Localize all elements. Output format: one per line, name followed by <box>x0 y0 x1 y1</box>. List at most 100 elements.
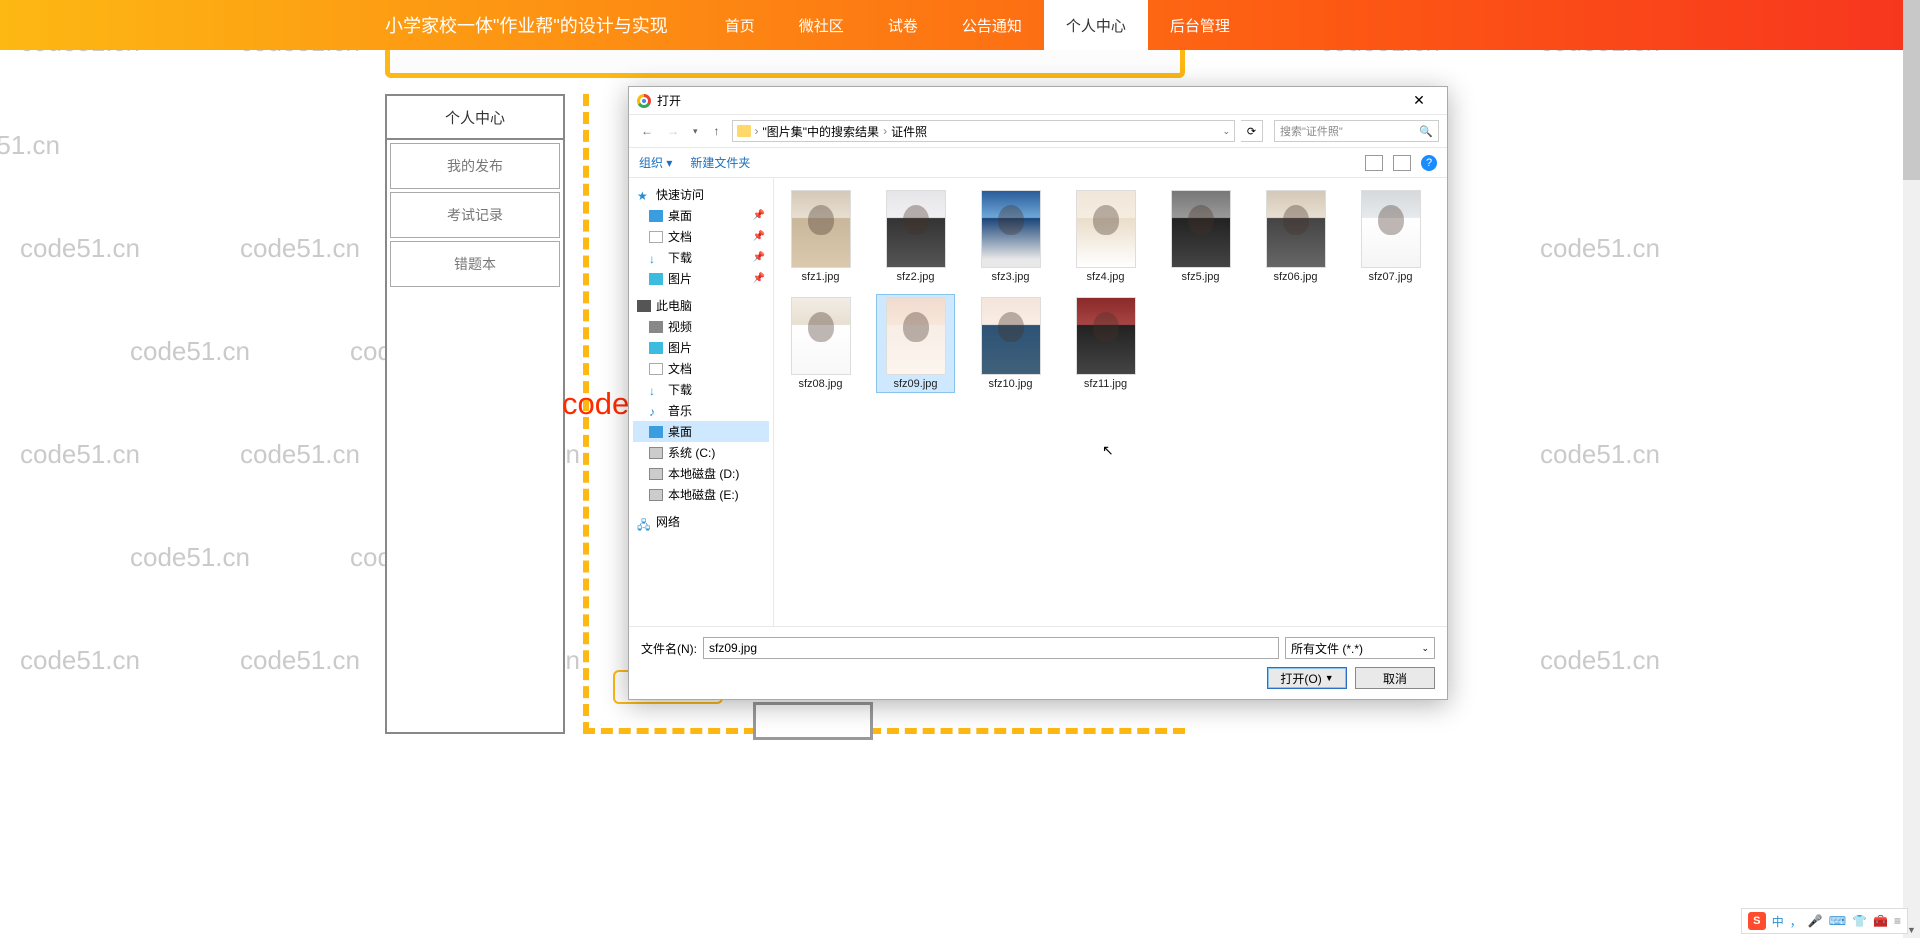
download-icon: ↓ <box>649 252 663 264</box>
watermark: code51.cn <box>0 130 60 161</box>
organize-menu[interactable]: 组织 ▾ <box>639 154 672 171</box>
star-icon: ★ <box>637 189 651 201</box>
file-item[interactable]: sfz4.jpg <box>1067 188 1144 285</box>
search-icon: 🔍 <box>1419 125 1433 138</box>
breadcrumb-seg1[interactable]: "图片集"中的搜索结果 <box>763 123 880 140</box>
ime-lang-toggle[interactable]: 中 <box>1772 913 1784 930</box>
content-top-border <box>385 50 1185 78</box>
nav-admin[interactable]: 后台管理 <box>1148 0 1252 50</box>
open-button[interactable]: 打开(O)▼ <box>1267 667 1347 689</box>
ime-skin-icon[interactable]: 👕 <box>1852 914 1867 928</box>
close-button[interactable]: ✕ <box>1399 92 1439 109</box>
file-item[interactable]: sfz2.jpg <box>877 188 954 285</box>
video-icon <box>649 321 663 333</box>
cursor-icon: ↖ <box>1102 442 1114 459</box>
page-scrollbar[interactable]: ▲ ▼ <box>1903 0 1920 938</box>
breadcrumb-seg2[interactable]: 证件照 <box>891 123 927 140</box>
watermark: code51.cn <box>240 439 360 470</box>
filename: sfz4.jpg <box>1087 271 1125 283</box>
file-list: sfz1.jpg sfz2.jpg sfz3.jpg sfz4.jpg sfz5… <box>774 178 1447 626</box>
tree-drive-d[interactable]: 本地磁盘 (D:) <box>633 463 769 484</box>
tree-docs[interactable]: 文档📌 <box>633 226 769 247</box>
filename-input[interactable] <box>703 637 1279 659</box>
file-type-filter[interactable]: 所有文件 (*.*)⌄ <box>1285 637 1435 659</box>
tree-video[interactable]: 视频 <box>633 316 769 337</box>
sidebar-item-posts[interactable]: 我的发布 <box>390 143 560 189</box>
nav-announce[interactable]: 公告通知 <box>940 0 1044 50</box>
thumbnail <box>886 190 946 268</box>
music-icon: ♪ <box>649 405 663 417</box>
tree-network[interactable]: 🖧网络 <box>633 511 769 532</box>
ime-toolbox-icon[interactable]: 🧰 <box>1873 914 1888 928</box>
dialog-titlebar: 打开 ✕ <box>629 87 1447 115</box>
tree-docs2[interactable]: 文档 <box>633 358 769 379</box>
file-item[interactable]: sfz11.jpg <box>1067 295 1144 392</box>
watermark: code51.cn <box>130 542 250 573</box>
dialog-title: 打开 <box>657 92 681 109</box>
file-item[interactable]: sfz5.jpg <box>1162 188 1239 285</box>
refresh-button[interactable]: ⟳ <box>1241 120 1263 142</box>
desktop-icon <box>649 210 663 222</box>
newfolder-button[interactable]: 新建文件夹 <box>690 154 750 171</box>
tree-thispc[interactable]: 此电脑 <box>633 295 769 316</box>
tree-drive-e[interactable]: 本地磁盘 (E:) <box>633 484 769 505</box>
ime-toolbar: S 中 ， 🎤 ⌨ 👕 🧰 ≡ <box>1741 908 1908 934</box>
nav-community[interactable]: 微社区 <box>777 0 866 50</box>
forward-button[interactable]: → <box>663 124 683 138</box>
help-icon[interactable]: ? <box>1421 155 1437 171</box>
watermark: code51.cn <box>240 233 360 264</box>
ime-punct-toggle[interactable]: ， <box>1790 913 1802 930</box>
watermark: code51.cn <box>20 233 140 264</box>
sidebar-item-exams[interactable]: 考试记录 <box>390 192 560 238</box>
sogou-logo-icon[interactable]: S <box>1748 912 1766 930</box>
file-item[interactable]: sfz3.jpg <box>972 188 1049 285</box>
tree-downloads[interactable]: ↓下载📌 <box>633 247 769 268</box>
thumbnail <box>981 190 1041 268</box>
filename: sfz5.jpg <box>1182 271 1220 283</box>
document-icon <box>649 363 663 375</box>
filename: sfz1.jpg <box>802 271 840 283</box>
main-nav: 首页 微社区 试卷 公告通知 个人中心 后台管理 <box>703 0 1252 50</box>
pin-icon: 📌 <box>753 252 765 263</box>
bottom-card-right[interactable] <box>753 702 873 740</box>
tree-quick-access[interactable]: ★快速访问 <box>633 184 769 205</box>
file-item[interactable]: sfz06.jpg <box>1257 188 1334 285</box>
ime-voice-icon[interactable]: 🎤 <box>1808 914 1823 928</box>
preview-pane-button[interactable] <box>1393 155 1411 171</box>
cancel-button[interactable]: 取消 <box>1355 667 1435 689</box>
tree-pictures[interactable]: 图片📌 <box>633 268 769 289</box>
pc-icon <box>637 300 651 312</box>
tree-downloads2[interactable]: ↓下载 <box>633 379 769 400</box>
file-item[interactable]: sfz10.jpg <box>972 295 1049 392</box>
view-mode-button[interactable] <box>1365 155 1383 171</box>
file-item[interactable]: sfz07.jpg <box>1352 188 1429 285</box>
chrome-icon <box>637 94 651 108</box>
back-button[interactable]: ← <box>637 124 657 138</box>
nav-exam[interactable]: 试卷 <box>866 0 940 50</box>
tree-desktop2[interactable]: 桌面 <box>633 421 769 442</box>
tree-drive-c[interactable]: 系统 (C:) <box>633 442 769 463</box>
search-input[interactable]: 搜索"证件照" 🔍 <box>1274 120 1439 142</box>
tree-desktop[interactable]: 桌面📌 <box>633 205 769 226</box>
up-button[interactable]: ↑ <box>708 124 726 138</box>
thumbnail <box>1361 190 1421 268</box>
file-item[interactable]: sfz08.jpg <box>782 295 859 392</box>
tree-music[interactable]: ♪音乐 <box>633 400 769 421</box>
ime-keyboard-icon[interactable]: ⌨ <box>1829 914 1846 928</box>
profile-sidebar: 个人中心 我的发布 考试记录 错题本 <box>385 94 565 734</box>
scroll-thumb[interactable] <box>1903 0 1920 180</box>
tree-pictures2[interactable]: 图片 <box>633 337 769 358</box>
filename-label: 文件名(N): <box>641 640 697 657</box>
pictures-icon <box>649 342 663 354</box>
nav-home[interactable]: 首页 <box>703 0 777 50</box>
thumbnail <box>1171 190 1231 268</box>
sidebar-item-errors[interactable]: 错题本 <box>390 241 560 287</box>
file-item-selected[interactable]: sfz09.jpg <box>877 295 954 392</box>
breadcrumb-dropdown[interactable]: ⌄ <box>1222 126 1230 137</box>
recent-dropdown[interactable]: ▾ <box>689 126 702 137</box>
file-item[interactable]: sfz1.jpg <box>782 188 859 285</box>
nav-profile[interactable]: 个人中心 <box>1044 0 1148 50</box>
ime-menu-icon[interactable]: ≡ <box>1894 914 1901 928</box>
address-bar[interactable]: › "图片集"中的搜索结果 › 证件照 ⌄ <box>732 120 1235 142</box>
search-placeholder: 搜索"证件照" <box>1280 123 1343 139</box>
